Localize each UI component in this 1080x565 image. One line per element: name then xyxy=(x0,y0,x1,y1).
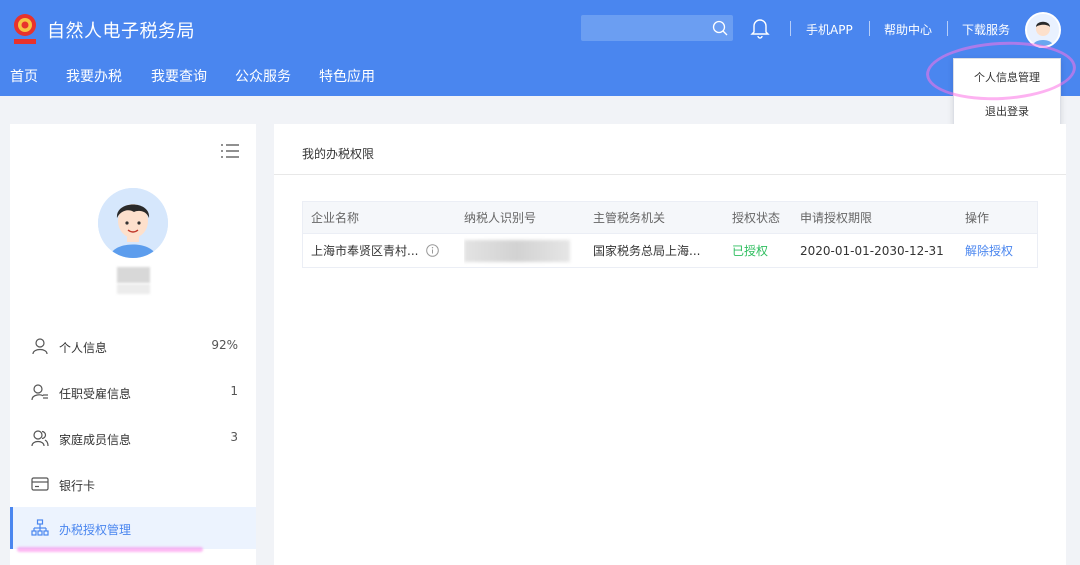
menu-item-logout[interactable]: 退出登录 xyxy=(954,103,1060,119)
sidebar: 个人信息 92% 任职受雇信息 1 家庭成员信息 3 银行卡 办税授权管理 xyxy=(10,124,256,565)
column-header: 主管税务机关 xyxy=(593,211,666,225)
menu-list-icon[interactable] xyxy=(221,143,239,159)
family-icon xyxy=(31,429,49,447)
sidebar-item-employment-info[interactable]: 任职受雇信息 1 xyxy=(10,371,256,413)
sidebar-item-label: 银行卡 xyxy=(59,479,96,493)
search-box[interactable] xyxy=(581,15,733,41)
column-header: 企业名称 xyxy=(311,211,360,225)
sidebar-item-count: 92% xyxy=(211,338,238,352)
top-header: 自然人电子税务局 手机APP 帮助中心 下载服务 首页 我要办税 我要查询 公众… xyxy=(0,0,1080,96)
info-icon[interactable] xyxy=(426,244,440,257)
username-redacted xyxy=(117,267,150,283)
sidebar-item-count: 1 xyxy=(230,384,238,398)
nav-featured-apps[interactable]: 特色应用 xyxy=(319,66,375,86)
sidebar-item-tax-authorization[interactable]: 办税授权管理 xyxy=(10,507,256,549)
sidebar-item-bank-card[interactable]: 银行卡 xyxy=(10,463,256,505)
sidebar-item-count: 3 xyxy=(230,430,238,444)
sidebar-item-label: 个人信息 xyxy=(59,341,108,355)
search-input[interactable] xyxy=(581,15,706,41)
sidebar-item-label: 办税授权管理 xyxy=(59,523,132,537)
highlight-annotation xyxy=(17,547,203,552)
sidebar-item-personal-info[interactable]: 个人信息 92% xyxy=(10,325,256,367)
column-header: 纳税人识别号 xyxy=(464,211,537,225)
sidebar-item-label: 家庭成员信息 xyxy=(59,433,132,447)
help-center-link[interactable]: 帮助中心 xyxy=(884,21,932,38)
person-icon xyxy=(31,337,49,355)
nav-home[interactable]: 首页 xyxy=(10,66,38,86)
separator xyxy=(790,21,791,36)
download-service-link[interactable]: 下载服务 xyxy=(962,21,1010,38)
separator xyxy=(869,21,870,36)
separator xyxy=(947,21,948,36)
username-redacted xyxy=(117,284,150,294)
employment-icon xyxy=(31,383,49,401)
org-chart-icon xyxy=(31,519,49,537)
page-title: 我的办税权限 xyxy=(302,147,375,161)
tax-id-cell xyxy=(464,234,589,267)
period-cell: 2020-01-01-2030-12-31 xyxy=(800,243,944,258)
tax-id-redacted xyxy=(464,239,570,262)
authorization-table: 企业名称 纳税人识别号 主管税务机关 授权状态 申请授权期限 操作 上海市奉贤区… xyxy=(302,201,1038,268)
sidebar-item-family-info[interactable]: 家庭成员信息 3 xyxy=(10,417,256,459)
revoke-authorization-link[interactable]: 解除授权 xyxy=(965,234,1035,267)
column-header: 操作 xyxy=(965,211,990,225)
company-name: 上海市奉贤区青村... xyxy=(311,244,419,258)
status-badge: 已授权 xyxy=(732,244,769,258)
column-header: 授权状态 xyxy=(732,211,781,225)
profile-avatar xyxy=(98,188,168,258)
table-row: 上海市奉贤区青村... 国家税务总局上海... 已授权 2020-01-01-2… xyxy=(303,233,1037,267)
mobile-app-link[interactable]: 手机APP xyxy=(806,21,853,38)
nav-public-service[interactable]: 公众服务 xyxy=(235,66,291,86)
main-panel: 我的办税权限 企业名称 纳税人识别号 主管税务机关 授权状态 申请授权期限 操作… xyxy=(274,124,1066,565)
nav-query[interactable]: 我要查询 xyxy=(151,66,207,86)
authority-cell: 国家税务总局上海... xyxy=(593,244,701,258)
company-cell: 上海市奉贤区青村... xyxy=(311,234,461,267)
bell-icon[interactable] xyxy=(750,17,770,39)
tax-emblem-logo[interactable] xyxy=(10,12,40,46)
table-header: 企业名称 纳税人识别号 主管税务机关 授权状态 申请授权期限 操作 xyxy=(303,202,1037,233)
divider xyxy=(274,174,1066,175)
column-header: 申请授权期限 xyxy=(800,211,873,225)
search-icon[interactable] xyxy=(711,19,729,37)
nav-tax-handling[interactable]: 我要办税 xyxy=(66,66,122,86)
site-title[interactable]: 自然人电子税务局 xyxy=(47,17,195,43)
bank-card-icon xyxy=(31,475,49,493)
sidebar-item-label: 任职受雇信息 xyxy=(59,387,132,401)
